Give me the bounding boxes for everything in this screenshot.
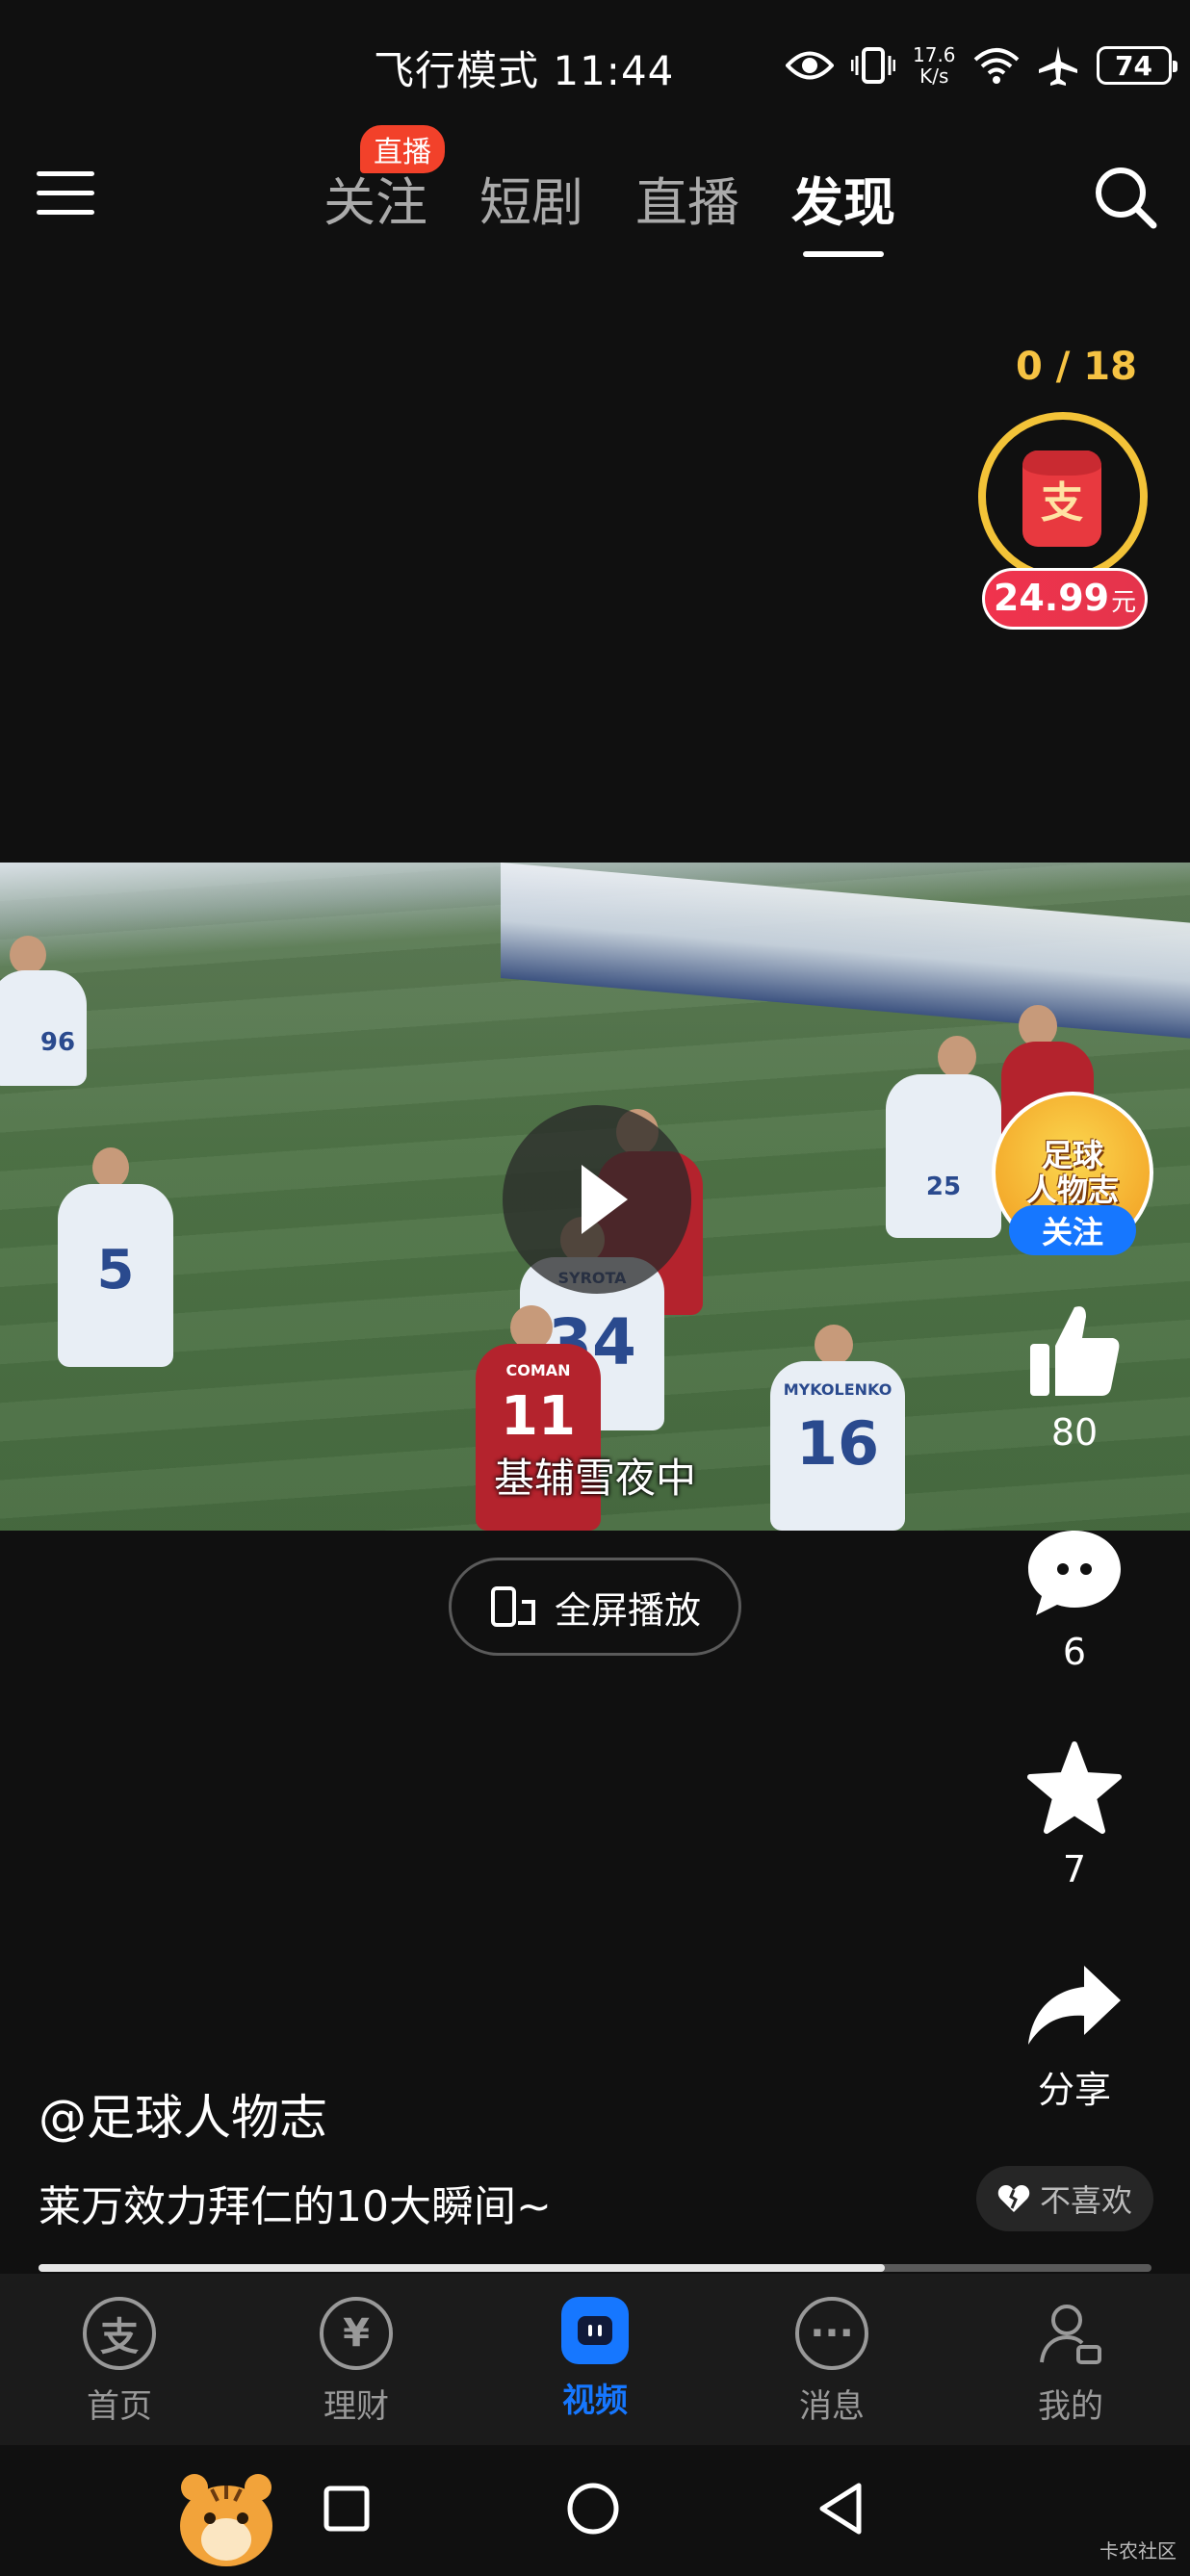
thumbs-up-icon xyxy=(1030,1306,1120,1396)
video-description[interactable]: 莱万效力拜仁的10大瞬间~ xyxy=(39,2172,552,2233)
back-nav-icon[interactable] xyxy=(816,2482,867,2536)
alipay-home-icon: 支 xyxy=(83,2297,156,2370)
eye-icon xyxy=(786,51,834,80)
home-nav-icon[interactable] xyxy=(566,2482,620,2536)
comment-icon xyxy=(1028,1531,1121,1615)
tab-messages[interactable]: ··· 消息 xyxy=(755,2297,909,2427)
star-icon xyxy=(1027,1741,1122,1834)
tab-wealth[interactable]: ¥ 理财 xyxy=(279,2297,433,2427)
bottom-tab-bar: 支 首页 ¥ 理财 视频 ··· 消息 我的 xyxy=(0,2274,1190,2445)
share-icon xyxy=(1028,1966,1121,2045)
share-button[interactable]: 分享 xyxy=(1013,1962,1136,2113)
share-label: 分享 xyxy=(1037,2069,1111,2111)
player-head xyxy=(10,936,46,974)
tab-home-label: 首页 xyxy=(87,2387,152,2426)
tab-mine-label: 我的 xyxy=(1038,2387,1103,2426)
tab-wealth-label: 理财 xyxy=(323,2387,389,2426)
jersey-number: 11 xyxy=(501,1384,576,1448)
reward-amount-value: 24.99 xyxy=(993,577,1110,619)
jersey-number: 5 xyxy=(96,1239,135,1301)
like-button[interactable]: 80 xyxy=(1013,1300,1136,1454)
envelope-glyph: 支 xyxy=(1041,478,1083,528)
video-subtitle: 基辅雪夜中 xyxy=(493,1455,696,1502)
jersey-number: 25 xyxy=(925,1172,962,1201)
rotate-screen-icon xyxy=(490,1586,535,1627)
player-head xyxy=(815,1325,853,1365)
player-head xyxy=(92,1147,129,1188)
tab-live[interactable]: 直播 xyxy=(635,160,739,236)
status-icons: 17.6 K/s 74 xyxy=(786,39,1177,92)
watermark: 卡农社区 xyxy=(1099,2539,1177,2563)
player: 25 xyxy=(886,1074,1001,1238)
broken-heart-icon xyxy=(997,2185,1030,2212)
status-bar: 飞行模式 11:44 17.6 K/s 74 xyxy=(0,0,1190,131)
battery-icon: 74 xyxy=(1096,46,1177,85)
net-speed: 17.6 K/s xyxy=(913,44,956,87)
live-badge: 直播 xyxy=(360,125,445,173)
recent-apps-icon[interactable] xyxy=(323,2486,370,2532)
tab-video-label: 视频 xyxy=(562,2382,628,2420)
tab-mine[interactable]: 我的 xyxy=(994,2297,1148,2427)
comment-count: 6 xyxy=(1062,1631,1087,1673)
tiger-mascot-icon[interactable] xyxy=(173,2466,279,2568)
tab-home[interactable]: 支 首页 xyxy=(42,2297,196,2427)
player: 5 xyxy=(58,1184,173,1367)
follow-button[interactable]: 关注 xyxy=(1009,1205,1136,1255)
tab-video[interactable]: 视频 xyxy=(518,2297,672,2421)
search-icon[interactable] xyxy=(1092,164,1159,231)
fullscreen-button[interactable]: 全屏播放 xyxy=(449,1558,741,1656)
tab-short-drama[interactable]: 短剧 xyxy=(479,160,583,236)
favorite-button[interactable]: 7 xyxy=(1013,1740,1136,1891)
avatar-text-line2: 人物志 xyxy=(1025,1172,1119,1208)
jersey-name: COMAN xyxy=(505,1361,571,1379)
battery-level: 74 xyxy=(1115,49,1153,82)
reward-amount[interactable]: 24.99 元 xyxy=(982,568,1148,630)
jersey-name: MYKOLENKO xyxy=(783,1380,892,1399)
wifi-icon xyxy=(973,48,1019,84)
video-progress-fill xyxy=(39,2264,885,2272)
favorite-count: 7 xyxy=(1062,1848,1087,1891)
net-speed-value: 17.6 xyxy=(913,43,956,66)
like-count: 80 xyxy=(1050,1411,1099,1454)
red-envelope-icon[interactable]: 支 xyxy=(1022,451,1101,547)
reward-progress: 0 / 18 xyxy=(1016,345,1137,389)
author-name[interactable]: @足球人物志 xyxy=(39,2079,327,2149)
user-icon xyxy=(1034,2297,1107,2370)
airplane-icon xyxy=(1038,46,1077,86)
tab-messages-label: 消息 xyxy=(799,2387,865,2426)
yuan-icon: ¥ xyxy=(320,2297,393,2370)
comment-button[interactable]: 6 xyxy=(1013,1527,1136,1673)
jersey-number: 96 xyxy=(39,1028,76,1057)
dislike-button[interactable]: 不喜欢 xyxy=(976,2166,1153,2231)
message-icon: ··· xyxy=(795,2297,868,2370)
tab-discover[interactable]: 发现 xyxy=(791,160,895,257)
status-time: 飞行模式 11:44 xyxy=(374,47,675,94)
net-speed-unit: K/s xyxy=(919,64,949,88)
fullscreen-label: 全屏播放 xyxy=(554,1588,701,1632)
player-head xyxy=(938,1036,976,1078)
dislike-label: 不喜欢 xyxy=(1039,2182,1132,2219)
avatar-text-line1: 足球 xyxy=(1041,1137,1103,1173)
vibrate-icon xyxy=(851,47,895,84)
video-tab-icon xyxy=(561,2297,629,2364)
player: 96 xyxy=(0,970,87,1086)
menu-icon[interactable] xyxy=(37,169,94,218)
video-progress-bar[interactable] xyxy=(39,2264,1151,2272)
reward-amount-unit: 元 xyxy=(1111,588,1137,617)
play-button[interactable] xyxy=(503,1105,691,1294)
